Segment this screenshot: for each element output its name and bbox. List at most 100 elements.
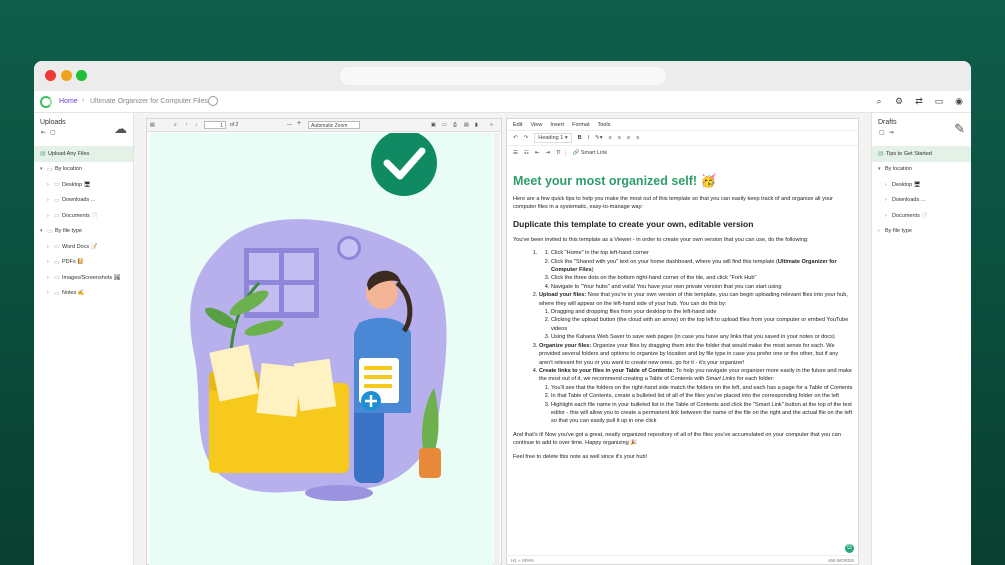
chevron-down-icon[interactable]: ▾ [878,166,885,172]
bold-icon[interactable]: B [578,135,582,141]
close-window-button[interactable] [45,70,56,81]
open-file-icon[interactable]: ▭ [442,122,447,128]
highlight-color-icon[interactable]: ✎▾ [595,135,602,141]
menu-view[interactable]: View [530,122,542,130]
zoom-select[interactable]: Automatic Zoom [308,121,360,129]
tree-item-word-docs[interactable]: › ▭ Word Docs 📝 [34,239,133,255]
list-item: Highlight each file name in your bullete… [551,401,853,426]
chevron-right-icon[interactable]: › [47,213,54,219]
align-center-icon[interactable]: ≡ [618,135,621,141]
chevron-right-icon[interactable]: › [878,228,885,234]
previous-page-icon[interactable]: ↑ [185,122,188,128]
undo-icon[interactable]: ↶ [513,135,518,141]
breadcrumb-separator: › [82,97,85,104]
smart-link-button[interactable]: 🔗 Smart Link [565,150,607,156]
chevron-right-icon[interactable]: › [47,275,54,281]
redo-icon[interactable]: ↷ [524,135,529,141]
shared-user-icon[interactable] [208,96,218,106]
bookmark-icon[interactable]: ▮ [475,122,478,128]
tree-item-downloads[interactable]: › ▭ Downloads ... [34,193,133,209]
uploads-sidebar: Uploads ⇤ ▢ ☁ ▤ Upload Any Files ▾ ▭ By loc… [34,113,134,565]
menu-format[interactable]: Format [572,122,589,130]
uploads-title: Uploads [40,119,66,126]
tree-item-desktop[interactable]: › Desktop 🖥 [872,177,971,193]
next-page-icon[interactable]: ↓ [195,122,198,128]
uploads-tree: ▤ Upload Any Files ▾ ▭ By location › ▭ Deskto… [34,146,133,301]
kahana-logo-icon[interactable] [40,96,52,108]
tree-item-by-file-type[interactable]: ▾ ▭ By file type [34,224,133,240]
outdent-icon[interactable]: ⇤ [535,150,540,156]
chevron-down-icon[interactable]: ▾ [40,166,47,172]
grammarly-icon[interactable]: G [845,544,854,553]
address-bar[interactable] [340,67,666,85]
tree-item-documents[interactable]: › Documents 📄 [872,208,971,224]
align-justify-icon[interactable]: ≡ [636,135,639,141]
chevron-right-icon[interactable]: › [47,182,54,188]
section-heading: Duplicate this template to create your o… [513,218,754,229]
tree-item-by-file-type[interactable]: › By file type [872,224,971,240]
tree-item-by-location[interactable]: ▾ ▭ By location [34,162,133,178]
tree-item-downloads[interactable]: › Downloads ... [872,193,971,209]
collapse-icon[interactable]: ⇤ [41,129,46,136]
chevron-right-icon[interactable]: › [885,213,892,219]
numbered-list-icon[interactable]: ☷ [524,150,529,156]
zoom-out-button[interactable]: — [287,122,292,128]
page-number-input[interactable]: 1 [204,121,226,129]
page-total: of 2 [230,122,239,128]
maximize-window-button[interactable] [76,70,87,81]
tree-item-images[interactable]: › ▭ Images/Screenshots 🖼 [34,270,133,286]
search-icon[interactable]: ⌕ [873,95,885,107]
indent-icon[interactable]: ⇥ [545,150,550,156]
align-left-icon[interactable]: ≡ [608,135,611,141]
italic-icon[interactable]: I [588,135,590,141]
tree-item-by-location[interactable]: ▾ By location [872,162,971,178]
tree-item-upload-any-files[interactable]: ▤ Upload Any Files [34,146,133,162]
tree-item-desktop[interactable]: › ▭ Desktop 🖥 [34,177,133,193]
search-icon[interactable]: ⌕ [174,122,177,128]
filter-settings-icon[interactable]: ⚙ [893,95,905,107]
menu-edit[interactable]: Edit [513,122,522,130]
chevron-right-icon[interactable]: › [885,182,892,188]
chevron-right-icon[interactable]: › [47,259,54,265]
note-content[interactable]: Meet your most organized self! 🥳 Here ar… [513,173,853,466]
tree-item-pdfs[interactable]: › ▭ PDFs 📔 [34,255,133,271]
new-folder-icon[interactable]: ▢ [50,129,56,136]
chevron-right-icon[interactable]: › [47,197,54,203]
folder-icon: ▭ [54,275,60,282]
chevron-right-icon[interactable]: › [47,290,54,296]
zoom-in-button[interactable]: + [297,120,301,127]
align-right-icon[interactable]: ≡ [627,135,630,141]
block-format-select[interactable]: Heading 1 ▾ [534,133,572,143]
menu-insert[interactable]: Insert [550,122,564,130]
tree-item-notes[interactable]: › ▭ Notes ✍ [34,286,133,302]
download-icon[interactable]: ▤ [464,122,469,128]
chevron-right-icon[interactable]: › [47,244,54,250]
presentation-icon[interactable]: ▣ [431,122,436,128]
chat-icon[interactable]: ▭ [933,95,945,107]
new-note-icon[interactable]: ✎ [954,121,965,137]
sidebar-toggle-icon[interactable]: ▤ [150,122,155,128]
pdf-scrollbar[interactable] [494,133,500,565]
menu-tools[interactable]: Tools [598,122,611,130]
more-tools-icon[interactable]: » [490,122,493,128]
list-item: Click the "Shared with you" text on your… [551,258,853,275]
account-icon[interactable]: ◉ [953,95,965,107]
tree-item-tips[interactable]: ▤ Tips to Get Started [872,146,971,162]
chevron-down-icon[interactable]: ▾ [40,228,47,234]
bullet-list-icon[interactable]: ☰ [513,150,518,156]
expand-icon[interactable]: ⇥ [889,129,894,136]
step-3: Organize your files: Organize your files… [539,342,853,367]
minimize-window-button[interactable] [61,70,72,81]
new-folder-icon[interactable]: ▢ [879,129,885,136]
print-icon[interactable]: ⎙ [453,122,457,128]
cloud-upload-icon[interactable]: ☁ [114,121,127,137]
clear-format-icon[interactable]: T̸ [556,150,559,156]
pdf-toolbar: ▤ ⌕ ↑ ↓ 1 of 2 — + Automatic Zoom ▣ ▭ ⎙ … [147,119,501,132]
step-title: Upload your files: [539,292,587,299]
window-titlebar [34,61,971,91]
chevron-right-icon[interactable]: › [885,197,892,203]
step-2: Upload your files: Now that you're in yo… [539,291,853,341]
tree-item-documents[interactable]: › ▭ Documents 📄 [34,208,133,224]
share-icon[interactable]: ⇄ [913,95,925,107]
breadcrumb-home[interactable]: Home [59,98,78,105]
